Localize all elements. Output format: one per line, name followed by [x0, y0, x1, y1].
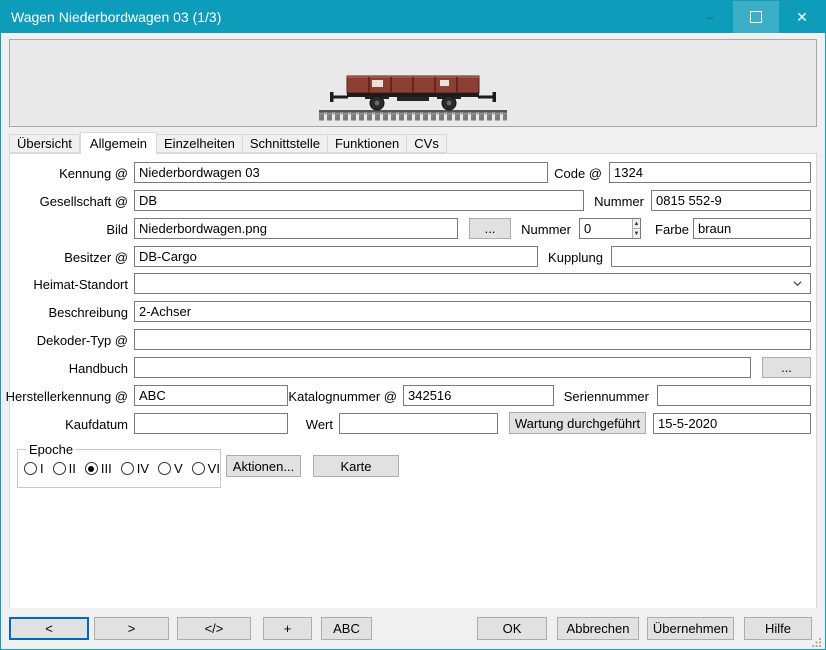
kupplung-input[interactable] — [611, 246, 811, 267]
herstellerkennung-label: Herstellerkennung @ — [1, 389, 128, 404]
cancel-button[interactable]: Abbrechen — [557, 617, 639, 640]
epoche-radio-3-label: III — [101, 461, 112, 476]
herstellerkennung-input[interactable] — [134, 385, 288, 406]
add-button[interactable]: + — [263, 617, 312, 640]
epoche-radio-4-label: IV — [137, 461, 149, 476]
handbuch-label: Handbuch — [1, 361, 128, 376]
spinner-down-icon[interactable]: ▼ — [633, 229, 640, 238]
abc-button[interactable]: ABC — [321, 617, 372, 640]
heimat-standort-combobox[interactable] — [134, 273, 811, 294]
handbuch-browse-button[interactable]: ... — [762, 357, 811, 378]
tab-funktionen[interactable]: Funktionen — [328, 134, 407, 153]
besitzer-input[interactable] — [134, 246, 538, 267]
apply-button[interactable]: Übernehmen — [647, 617, 734, 640]
wagon-preview-panel — [9, 39, 817, 127]
aktionen-button[interactable]: Aktionen... — [226, 455, 301, 477]
code-input[interactable] — [609, 162, 811, 183]
spinner-up-icon[interactable]: ▲ — [633, 219, 640, 229]
farbe-input[interactable] — [693, 218, 811, 239]
dekoder-typ-input[interactable] — [134, 329, 811, 350]
epoche-radio-2[interactable]: II — [53, 461, 76, 476]
epoche-radio-6[interactable]: VI — [192, 461, 220, 476]
wagon-properties-dialog: Wagen Niederbordwagen 03 (1/3) – ✕ — [0, 0, 826, 650]
minimize-icon: – — [706, 9, 714, 25]
tab-bar: Übersicht Allgemein Einzelheiten Schnitt… — [9, 132, 447, 153]
epoche-radio-3[interactable]: III — [85, 461, 112, 476]
epoche-radio-6-label: VI — [208, 461, 220, 476]
close-button[interactable]: ✕ — [779, 1, 825, 33]
wert-label: Wert — [281, 417, 333, 432]
kupplung-label: Kupplung — [539, 250, 603, 265]
epoche-radio-4[interactable]: IV — [121, 461, 149, 476]
katalognummer-label: Katalognummer @ — [281, 389, 397, 404]
code-toggle-button[interactable]: </> — [177, 617, 251, 640]
radio-icon — [85, 462, 98, 475]
titlebar: Wagen Niederbordwagen 03 (1/3) – ✕ — [1, 1, 825, 33]
close-icon: ✕ — [796, 9, 808, 26]
radio-icon — [192, 462, 205, 475]
radio-icon — [158, 462, 171, 475]
seriennummer-label: Seriennummer — [541, 389, 649, 404]
kennung-input[interactable] — [134, 162, 548, 183]
window-title: Wagen Niederbordwagen 03 (1/3) — [1, 9, 221, 25]
bild-nummer-spinner-input[interactable] — [580, 219, 632, 238]
maximize-icon — [750, 11, 762, 23]
epoche-options: I II III IV V VI — [24, 461, 220, 476]
nummer-input[interactable] — [651, 190, 811, 211]
gesellschaft-input[interactable] — [134, 190, 584, 211]
bild-label: Bild — [1, 222, 128, 237]
kaufdatum-input[interactable] — [134, 413, 288, 434]
dekoder-typ-label: Dekoder-Typ @ — [1, 333, 128, 348]
footer-bar: < > </> + ABC OK Abbrechen Übernehmen Hi… — [1, 608, 825, 649]
heimat-standort-label: Heimat-Standort — [1, 277, 128, 292]
radio-icon — [121, 462, 134, 475]
epoche-radio-1[interactable]: I — [24, 461, 44, 476]
radio-icon — [24, 462, 37, 475]
bild-browse-button[interactable]: ... — [469, 218, 511, 239]
resize-grip[interactable] — [812, 637, 822, 647]
wartung-durchgefuehrt-button[interactable]: Wartung durchgeführt — [509, 412, 646, 434]
ok-button[interactable]: OK — [477, 617, 547, 640]
nummer-label: Nummer — [581, 194, 644, 209]
tab-uebersicht[interactable]: Übersicht — [9, 134, 80, 153]
bild-nummer-spinner[interactable]: ▲ ▼ — [579, 218, 641, 239]
katalognummer-input[interactable] — [403, 385, 554, 406]
wartung-datum-input[interactable] — [653, 413, 811, 434]
epoche-radio-1-label: I — [40, 461, 44, 476]
tab-einzelheiten[interactable]: Einzelheiten — [157, 134, 243, 153]
maximize-button[interactable] — [733, 1, 779, 33]
bild-input[interactable] — [134, 218, 458, 239]
epoche-radio-5[interactable]: V — [158, 461, 183, 476]
beschreibung-input[interactable] — [134, 301, 811, 322]
kennung-label: Kennung @ — [1, 166, 128, 181]
next-record-button[interactable]: > — [94, 617, 169, 640]
wert-input[interactable] — [339, 413, 498, 434]
radio-icon — [53, 462, 66, 475]
bild-nummer-label: Nummer — [506, 222, 571, 237]
kaufdatum-label: Kaufdatum — [1, 417, 128, 432]
dropdown-chevron-icon — [793, 279, 802, 288]
epoche-legend: Epoche — [26, 442, 76, 457]
besitzer-label: Besitzer @ — [1, 250, 128, 265]
seriennummer-input[interactable] — [657, 385, 811, 406]
minimize-button[interactable]: – — [687, 1, 733, 33]
help-button[interactable]: Hilfe — [744, 617, 812, 640]
code-label: Code @ — [536, 166, 602, 181]
farbe-label: Farbe — [646, 222, 689, 237]
window-controls: – ✕ — [687, 1, 825, 33]
spinner-buttons: ▲ ▼ — [632, 219, 640, 238]
handbuch-input[interactable] — [134, 357, 751, 378]
epoche-radio-5-label: V — [174, 461, 183, 476]
epoche-groupbox: Epoche I II III IV V — [17, 442, 221, 488]
epoche-radio-2-label: II — [69, 461, 76, 476]
gesellschaft-label: Gesellschaft @ — [1, 194, 128, 209]
wagon-image — [313, 50, 513, 124]
prev-record-button[interactable]: < — [9, 617, 89, 640]
tab-cvs[interactable]: CVs — [407, 134, 447, 153]
tab-allgemein[interactable]: Allgemein — [80, 132, 157, 154]
beschreibung-label: Beschreibung — [1, 305, 128, 320]
karte-button[interactable]: Karte — [313, 455, 399, 477]
tab-schnittstelle[interactable]: Schnittstelle — [243, 134, 328, 153]
